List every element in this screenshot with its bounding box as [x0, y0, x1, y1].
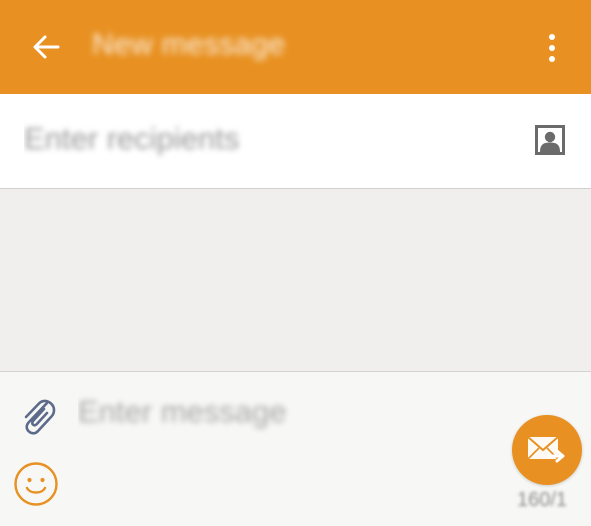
more-options-button[interactable] — [530, 24, 574, 72]
more-vert-icon — [549, 34, 555, 62]
conversation-area — [0, 189, 591, 371]
character-counter: 160/1 — [517, 489, 568, 511]
arrow-left-icon — [33, 35, 60, 59]
message-input[interactable] — [78, 386, 498, 438]
recipients-row — [0, 94, 591, 189]
send-envelope-icon — [527, 436, 565, 463]
emoji-button[interactable] — [12, 460, 60, 508]
action-bar: New message — [0, 0, 591, 94]
paperclip-icon — [24, 399, 56, 435]
page-title: New message — [92, 28, 286, 61]
compose-message-screen: New message Enter recipients Enter messa… — [0, 0, 591, 526]
contact-picker-button[interactable] — [530, 122, 570, 158]
recipients-input[interactable] — [24, 114, 494, 164]
back-button[interactable] — [22, 23, 70, 71]
send-button[interactable] — [512, 415, 582, 485]
attach-button[interactable] — [14, 394, 60, 440]
message-composer: 160/1 — [0, 371, 591, 526]
contact-picker-icon — [535, 125, 565, 155]
smiley-icon — [14, 462, 58, 506]
